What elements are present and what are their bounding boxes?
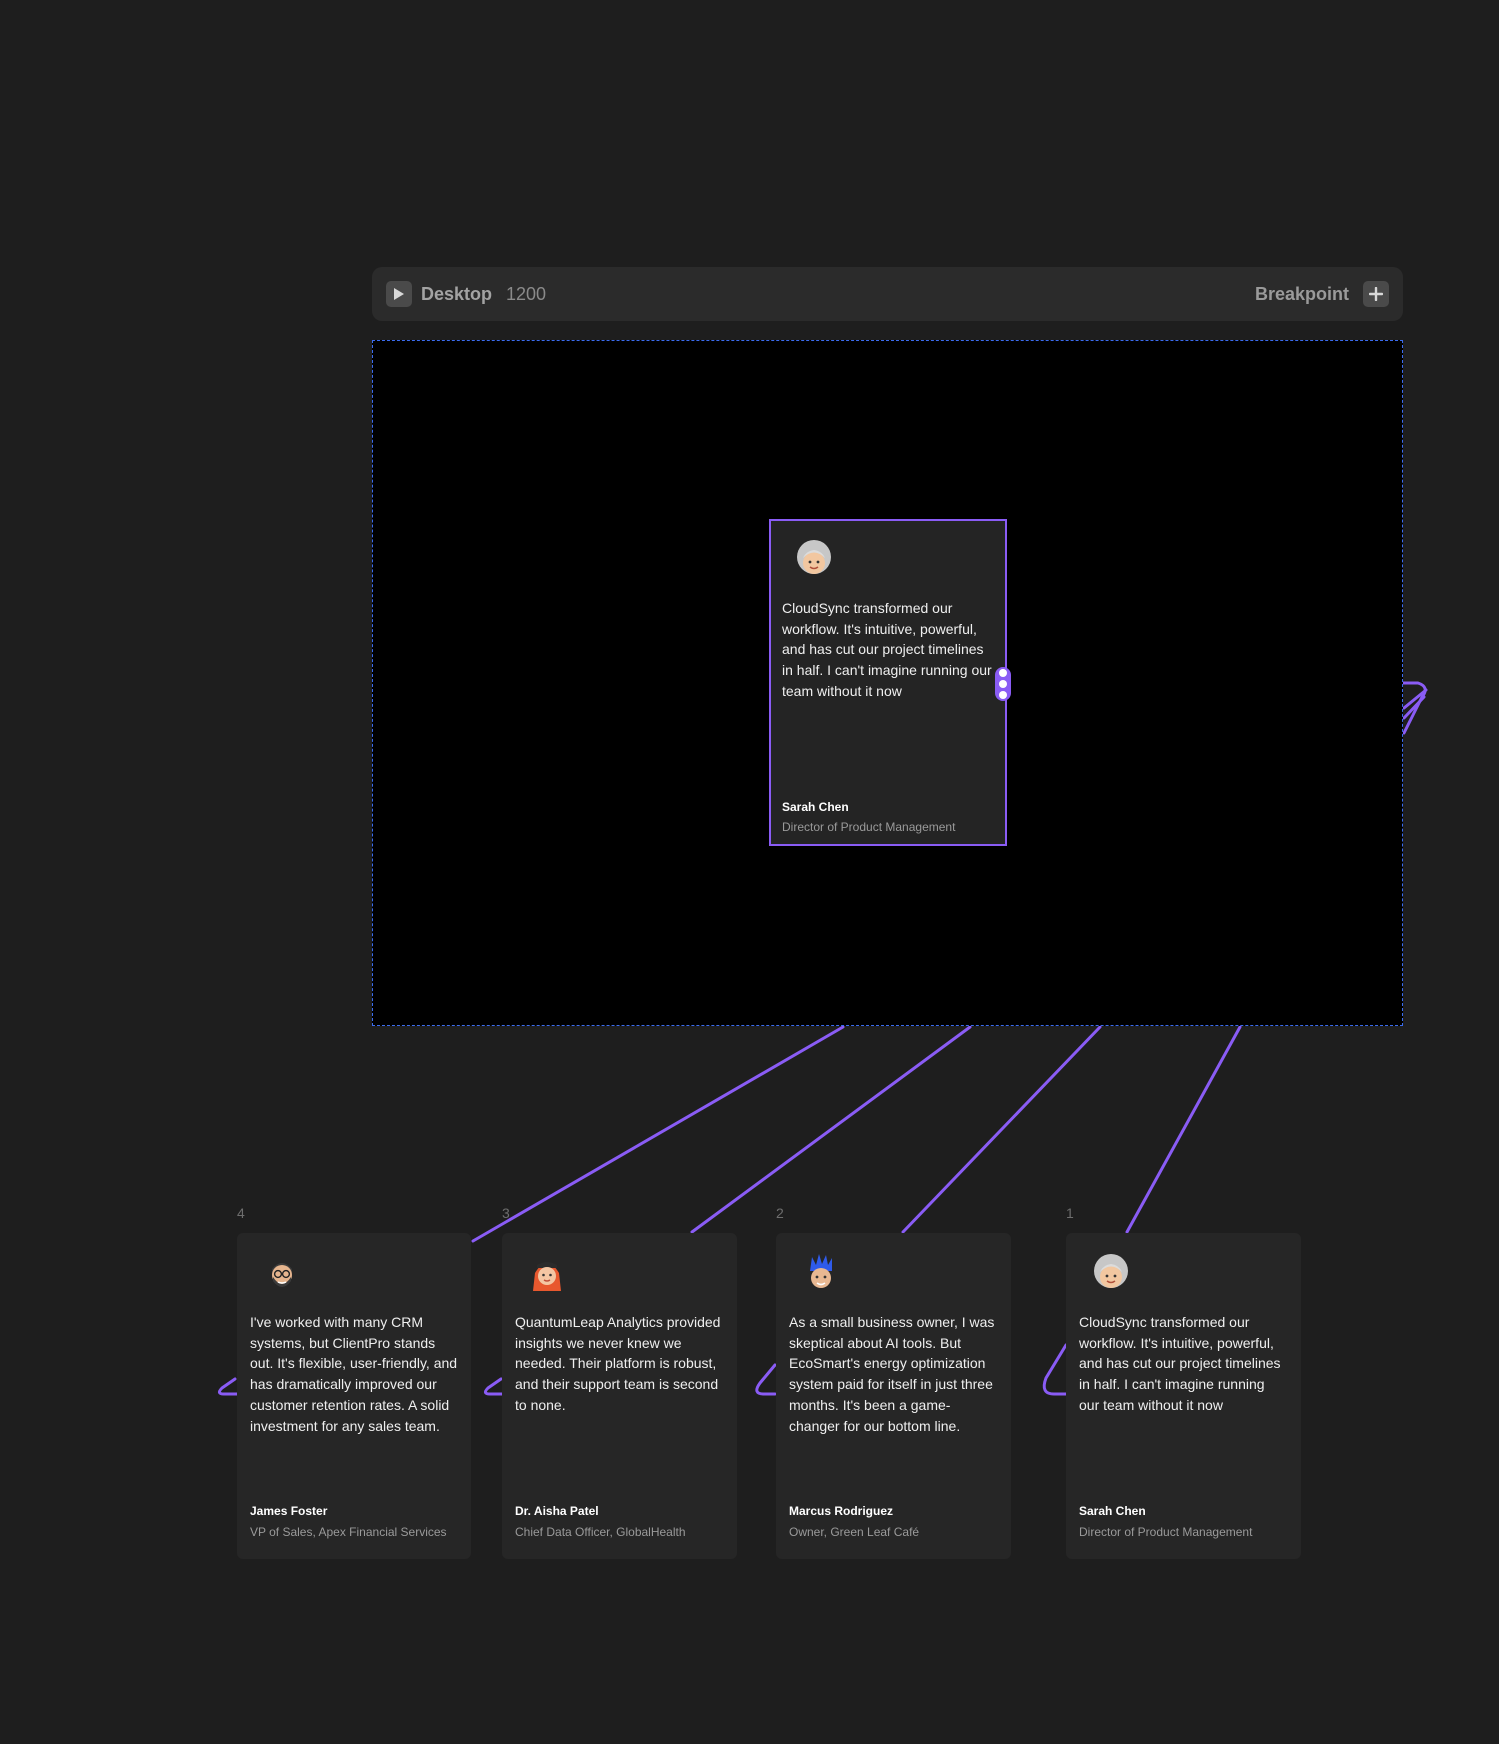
avatar-blue-spiky-hair-man-icon [810,1254,832,1288]
testimonial-card-3[interactable]: QuantumLeap Analytics provided insights … [502,1233,737,1559]
testimonial-role: Director of Product Management [782,820,956,834]
selected-testimonial-card[interactable]: CloudSync transformed our workflow. It's… [769,519,1007,846]
testimonial-quote: CloudSync transformed our workflow. It's… [1079,1314,1281,1413]
testimonial-role: Chief Data Officer, GlobalHealth [515,1525,686,1539]
card-index-3: 3 [502,1205,510,1221]
testimonial-card-1[interactable]: CloudSync transformed our workflow. It's… [1066,1233,1301,1559]
breakpoint-width[interactable]: 1200 [506,284,546,305]
add-breakpoint-label[interactable]: Breakpoint [1255,284,1349,305]
hook-card-1 [1042,1343,1069,1396]
testimonial-author: Sarah Chen [782,800,849,814]
testimonial-role: Owner, Green Leaf Café [789,1525,920,1539]
testimonial-quote: As a small business owner, I was skeptic… [789,1314,995,1434]
breakpoint-bar: Desktop 1200 Breakpoint [372,267,1403,321]
card-index-4: 4 [237,1205,245,1221]
testimonial-card-4[interactable]: I've worked with many CRM systems, but C… [237,1233,471,1559]
testimonial-role: VP of Sales, Apex Financial Services [250,1525,447,1539]
connector-card-3 [690,1025,972,1234]
hook-card-2 [755,1363,777,1396]
card-index-1: 1 [1066,1205,1074,1221]
plus-icon[interactable] [1363,281,1389,307]
design-canvas[interactable]: Desktop 1200 Breakpoint CloudSync transf… [0,0,1499,1744]
connector-card-2 [901,1025,1102,1234]
testimonial-author: Marcus Rodriguez [789,1504,894,1518]
testimonial-quote: QuantumLeap Analytics provided insights … [515,1314,721,1413]
testimonial-role: Director of Product Management [1079,1525,1253,1539]
testimonial-author: James Foster [250,1504,328,1518]
avatar-red-haired-woman-icon [533,1262,561,1291]
hook-card-4 [217,1377,239,1396]
testimonial-author: Sarah Chen [1079,1504,1146,1518]
connector-selected-curl [1402,688,1428,720]
testimonial-quote: I've worked with many CRM systems, but C… [250,1314,458,1434]
avatar-bearded-man-glasses-icon [272,1263,292,1287]
avatar-grey-haired-woman-icon [797,540,831,574]
connector-card-1 [1125,1025,1242,1234]
avatar-grey-haired-woman-icon [1094,1254,1128,1288]
testimonial-card-2[interactable]: As a small business owner, I was skeptic… [776,1233,1011,1559]
card-index-2: 2 [776,1205,784,1221]
testimonial-author: Dr. Aisha Patel [515,1504,599,1518]
play-icon[interactable] [386,281,412,307]
testimonial-quote: CloudSync transformed our workflow. It's… [782,600,992,699]
breakpoint-name[interactable]: Desktop [421,284,492,305]
connector-card-4 [471,1025,845,1243]
hook-card-3 [483,1377,505,1396]
connection-handle[interactable] [995,667,1011,701]
